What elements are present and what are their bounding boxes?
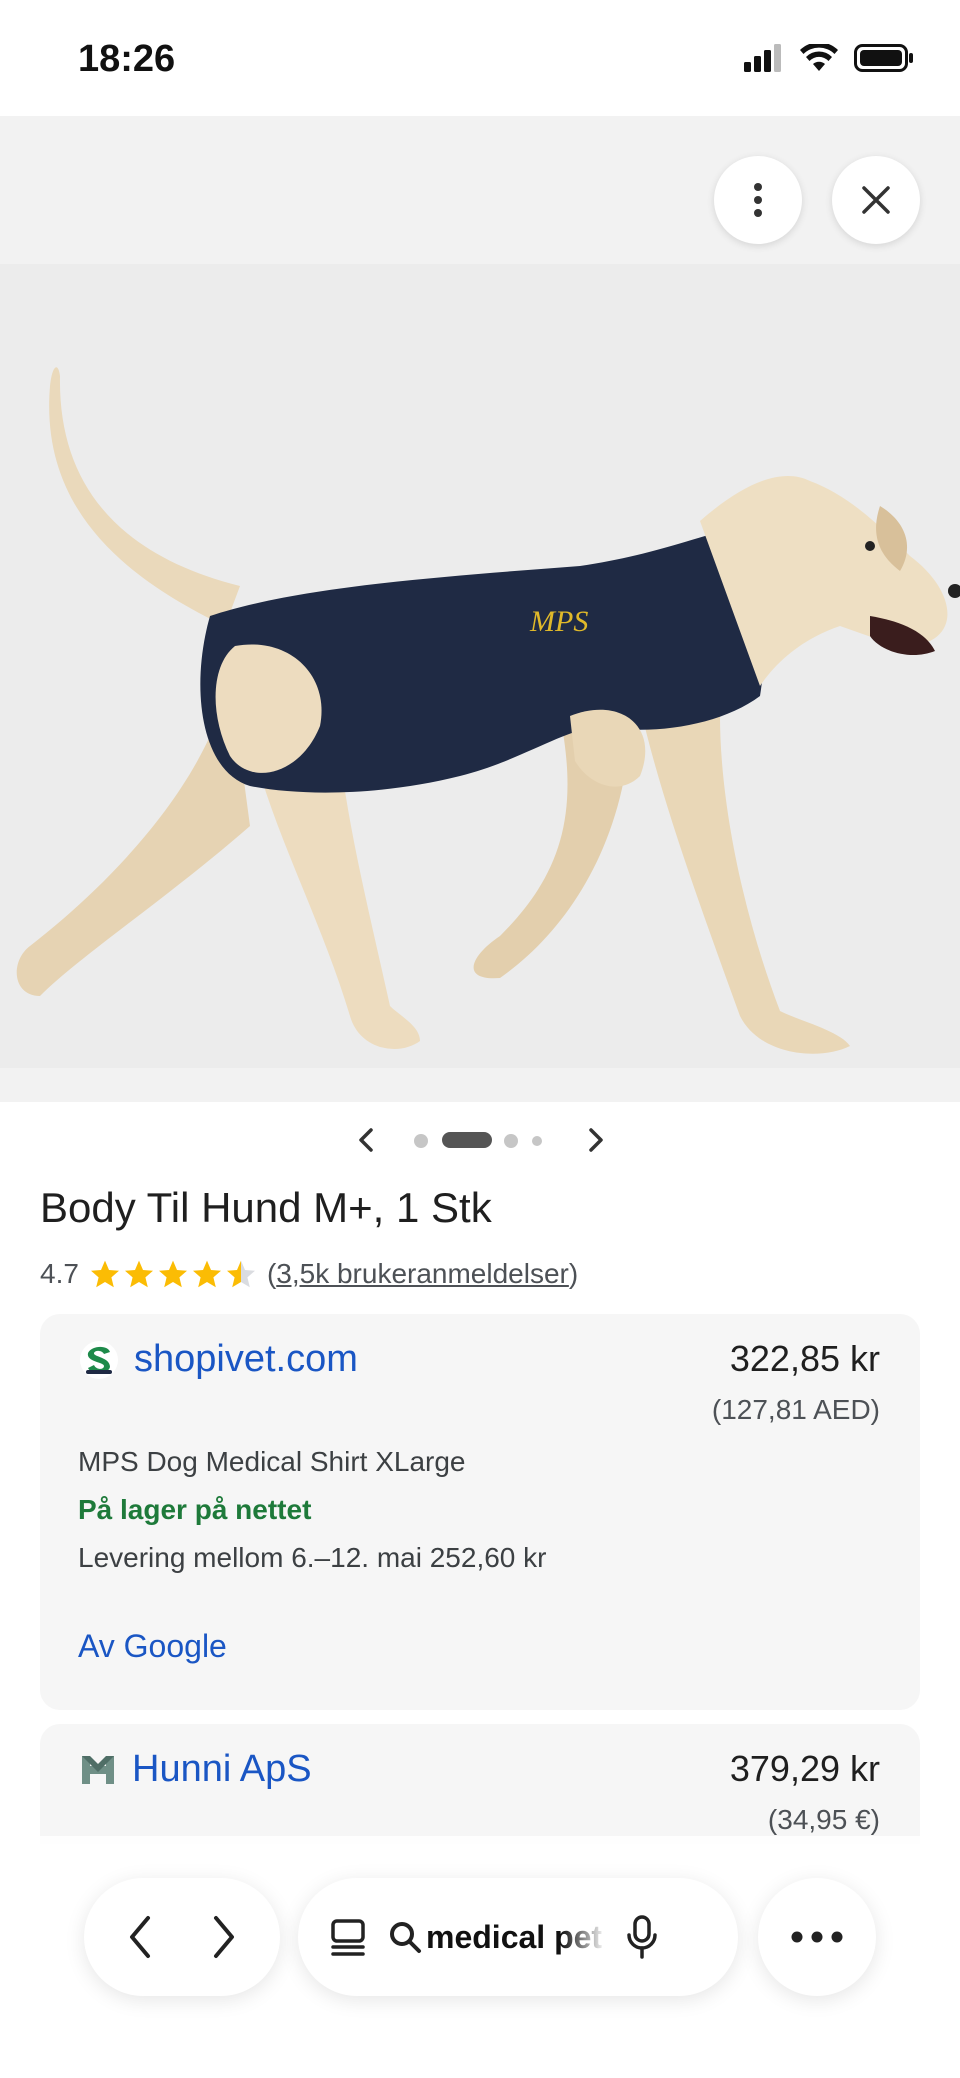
chevron-left-icon <box>130 1916 150 1958</box>
seller-name[interactable]: shopivet.com <box>134 1338 358 1381</box>
carousel-dot[interactable] <box>532 1136 542 1146</box>
reviews-paren-open: ( <box>266 1258 277 1289</box>
star-icon <box>124 1260 153 1288</box>
offer-price: 379,29 kr <box>729 1748 880 1789</box>
chevron-left-icon <box>359 1128 373 1152</box>
status-bar: 18:26 <box>0 0 960 116</box>
rating-row: 4.7 (3,5k brukeranmeldelser) <box>40 1254 578 1294</box>
url-text[interactable]: medical pet <box>426 1919 606 1956</box>
offer-item-name: MPS Dog Medical Shirt XLarge <box>78 1446 466 1477</box>
product-image-viewer: MPS <box>0 116 960 1102</box>
tabs-icon <box>331 1919 365 1956</box>
more-vertical-icon <box>754 183 762 217</box>
star-half-icon <box>226 1260 255 1288</box>
seller-name[interactable]: Hunni ApS <box>132 1748 312 1791</box>
offer-card[interactable]: shopivet.com 322,85 kr (127,81 AED) MPS … <box>40 1314 920 1710</box>
carousel-dot[interactable] <box>414 1134 428 1148</box>
offer-price-converted: (127,81 AED) <box>711 1394 880 1425</box>
navigation-pill <box>84 1878 280 1996</box>
battery-icon <box>854 44 913 72</box>
shopivet-logo-icon <box>80 1340 118 1379</box>
reviews-count-text[interactable]: 3,5k brukeranmeldelser <box>276 1258 569 1289</box>
product-title: Body Til Hund M+, 1 Stk <box>40 1184 492 1231</box>
offer-card[interactable]: Hunni ApS 379,29 kr (34,95 €) <box>40 1724 920 1844</box>
stock-status: På lager på nettet <box>78 1494 312 1525</box>
more-horizontal-icon <box>791 1931 843 1943</box>
chevron-right-icon <box>214 1916 234 1958</box>
more-options-button[interactable] <box>714 156 802 244</box>
star-icon <box>158 1260 187 1288</box>
carousel-next-button[interactable] <box>576 1120 616 1160</box>
shirt-logo: MPS <box>529 605 588 638</box>
rating-stars <box>89 1258 257 1290</box>
voice-search-button[interactable] <box>626 1915 658 1959</box>
reviews-paren-close: ) <box>568 1258 579 1289</box>
url-field[interactable]: medical pet <box>388 1919 606 1956</box>
close-icon <box>862 186 890 214</box>
seller-row[interactable]: shopivet.com <box>78 1338 358 1381</box>
rating-value: 4.7 <box>40 1258 79 1289</box>
microphone-icon <box>627 1915 657 1959</box>
reviews-link[interactable]: (3,5k brukeranmeldelser) <box>267 1258 578 1290</box>
image-carousel-controls <box>0 1120 960 1160</box>
back-button[interactable] <box>126 1914 154 1960</box>
hunni-logo-icon <box>82 1755 114 1784</box>
tabs-button[interactable] <box>328 1917 368 1957</box>
address-bar[interactable]: medical pet <box>298 1878 738 1996</box>
offer-price: 322,85 kr <box>729 1338 880 1379</box>
close-button[interactable] <box>832 156 920 244</box>
offer-price-converted: (34,95 €) <box>767 1804 880 1835</box>
menu-button[interactable] <box>758 1878 876 1996</box>
seller-row[interactable]: Hunni ApS <box>78 1748 312 1791</box>
by-google-link[interactable]: Av Google <box>78 1628 227 1665</box>
chevron-right-icon <box>589 1128 603 1152</box>
star-icon <box>90 1260 119 1288</box>
signal-icon <box>744 44 781 72</box>
search-icon <box>390 1922 421 1953</box>
carousel-dot[interactable] <box>504 1134 518 1148</box>
carousel-dot-active[interactable] <box>442 1132 492 1148</box>
page: 18:26 MPS Body Til Hund M+, 1 Stk 4.7 (3… <box>0 0 960 2078</box>
status-time: 18:26 <box>78 38 176 80</box>
status-icons <box>744 44 914 72</box>
forward-button[interactable] <box>210 1914 238 1960</box>
star-icon <box>192 1260 221 1288</box>
wifi-icon <box>800 44 838 71</box>
delivery-info: Levering mellom 6.–12. mai 252,60 kr <box>78 1542 547 1573</box>
product-image[interactable]: MPS <box>0 256 960 1076</box>
carousel-prev-button[interactable] <box>346 1120 386 1160</box>
